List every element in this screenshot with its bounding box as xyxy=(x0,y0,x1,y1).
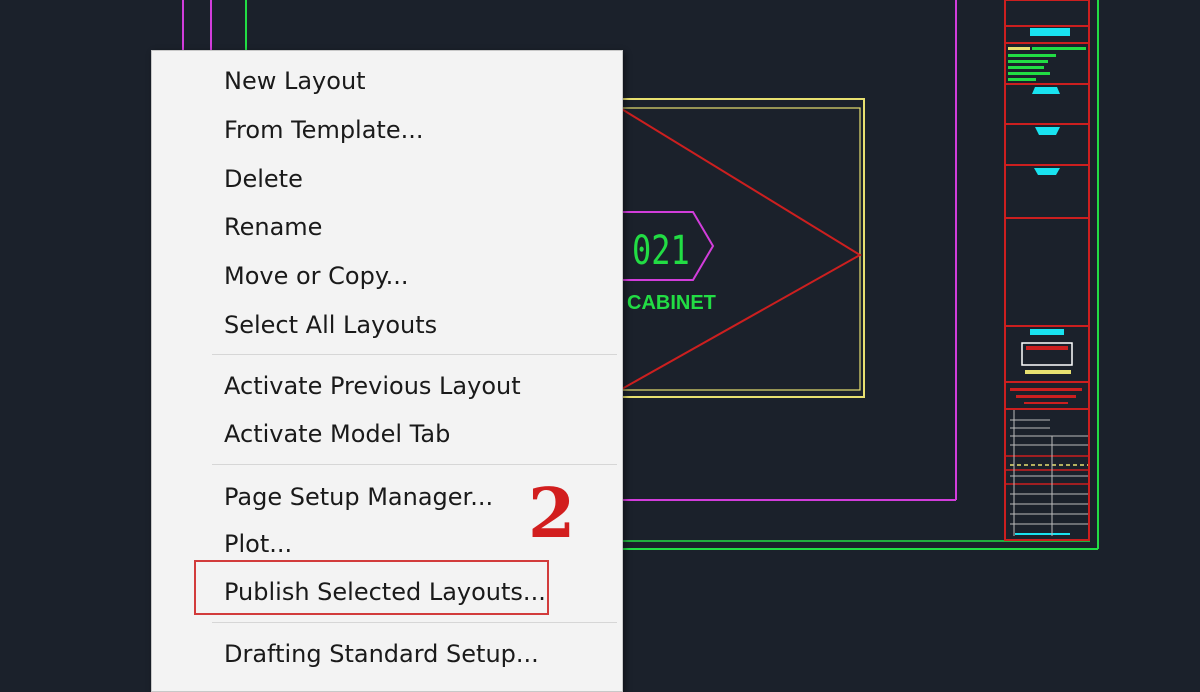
menu-separator xyxy=(212,464,617,465)
tag-number: 021 xyxy=(632,226,690,273)
cabinet-label: CABINET xyxy=(627,292,716,314)
menu-item-select-all-layouts[interactable]: Select All Layouts xyxy=(224,305,604,345)
menu-item-from-template[interactable]: From Template... xyxy=(224,110,604,150)
menu-separator xyxy=(212,622,617,623)
menu-item-move-or-copy[interactable]: Move or Copy... xyxy=(224,256,604,296)
menu-separator xyxy=(212,354,617,355)
title-block xyxy=(1004,0,1090,541)
menu-item-activate-model-tab[interactable]: Activate Model Tab xyxy=(224,414,604,454)
menu-item-rename[interactable]: Rename xyxy=(224,207,604,247)
highlight-box xyxy=(194,560,549,615)
menu-item-new-layout[interactable]: New Layout xyxy=(224,61,604,101)
menu-item-drafting-standard-setup[interactable]: Drafting Standard Setup... xyxy=(224,634,604,674)
menu-item-activate-previous-layout[interactable]: Activate Previous Layout xyxy=(224,366,604,406)
menu-item-delete[interactable]: Delete xyxy=(224,159,604,199)
step-number: 2 xyxy=(528,474,576,554)
